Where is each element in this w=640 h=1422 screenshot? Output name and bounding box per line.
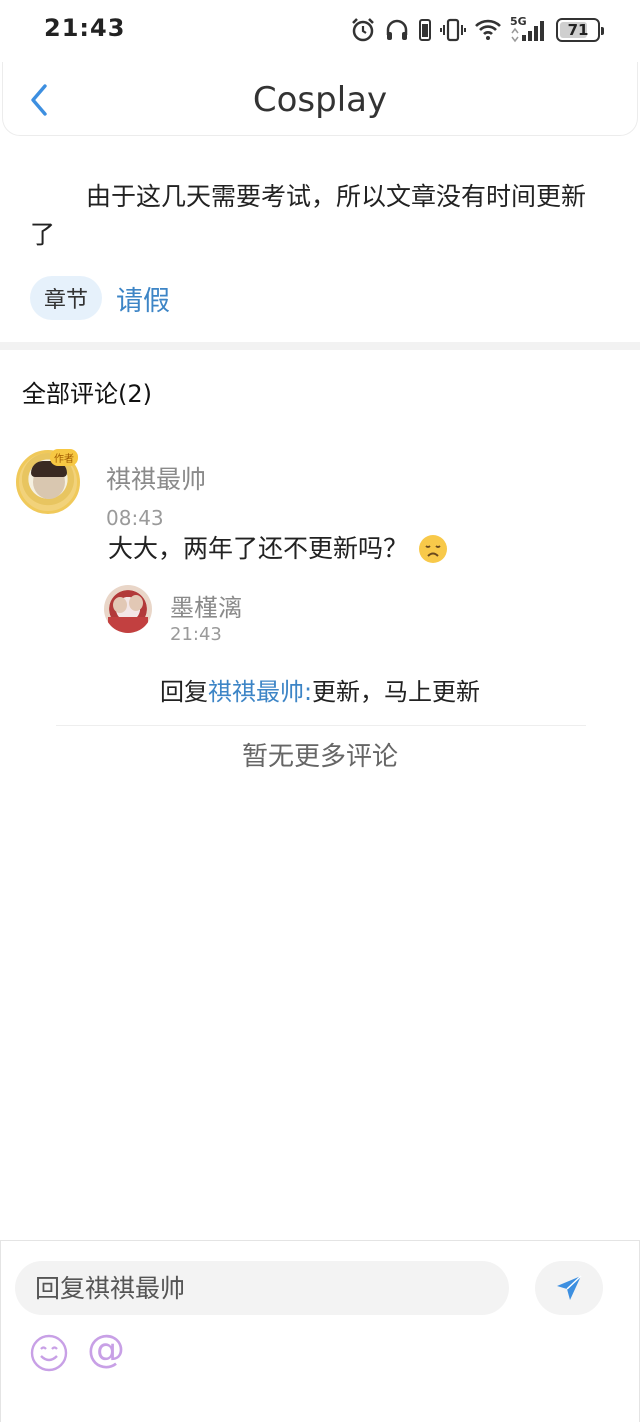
vibrate-icon (440, 18, 466, 42)
headphones-icon (386, 19, 408, 40)
status-time: 21:43 (44, 14, 126, 42)
comment-body: 大大，两年了还不更新吗？ (108, 534, 409, 563)
send-icon (557, 1275, 582, 1300)
battery-level: 71 (567, 21, 589, 39)
alarm-icon (352, 18, 374, 42)
avatar-face (113, 597, 127, 613)
reply-author[interactable]: 墨槿漓 (170, 588, 242, 623)
reply-avatar[interactable] (104, 585, 152, 633)
tag-chip[interactable]: 章节 (30, 276, 103, 320)
avatar-face (129, 595, 143, 611)
comments-title: 全部评论(2) (22, 380, 152, 408)
author-badge: 作者 (50, 449, 78, 466)
article-tags: 章节 请假 (30, 276, 170, 320)
emoji-icon[interactable] (29, 1333, 69, 1373)
page-title: Cosplay (252, 80, 388, 120)
reply-time: 21:43 (170, 624, 222, 645)
status-icons: 5G 71 (350, 15, 604, 44)
comment-author[interactable]: 祺祺最帅 (106, 460, 206, 496)
section-divider (0, 342, 640, 350)
comment-time: 08:43 (106, 506, 164, 528)
reply-prefix: 回复 (159, 678, 208, 706)
send-button[interactable] (535, 1261, 603, 1315)
phone-icon (419, 19, 431, 41)
nav-header: Cosplay (2, 62, 638, 136)
avatar-figure (108, 617, 148, 633)
list-divider (56, 725, 586, 726)
no-more-comments: 暂无更多评论 (241, 742, 398, 772)
tag-link[interactable]: 请假 (116, 279, 170, 318)
reply-mention[interactable]: 祺祺最帅: (208, 678, 312, 706)
signal-icon: 5G (510, 15, 548, 43)
comment-text[interactable]: 大大，两年了还不更新吗？ (108, 532, 448, 566)
reply-body: 更新，马上更新 (312, 678, 481, 706)
status-bar: 21:43 5G 71 (0, 0, 640, 60)
reply-input[interactable] (15, 1261, 509, 1315)
battery-icon: 71 (556, 18, 604, 42)
sad-face-emoji-icon (419, 535, 448, 563)
reply-text[interactable]: 回复祺祺最帅:更新，马上更新 (0, 672, 640, 707)
mention-at-button[interactable]: @ (87, 1327, 125, 1371)
article-content: 由于这几天需要考试，所以文章没有时间更新了 (30, 182, 587, 249)
wifi-icon (475, 19, 501, 40)
reply-bar: @ (0, 1240, 640, 1422)
